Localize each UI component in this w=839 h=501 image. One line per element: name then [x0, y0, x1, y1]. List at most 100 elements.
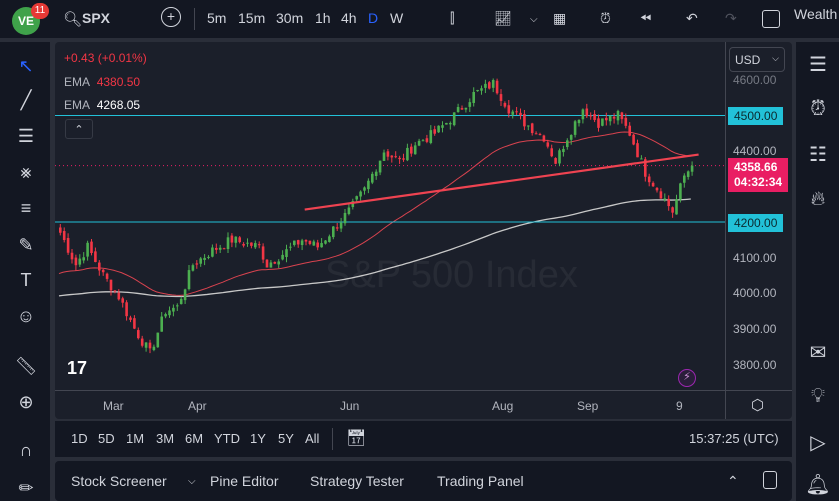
candle	[496, 81, 499, 94]
interval-W[interactable]: W	[390, 10, 403, 26]
candle	[613, 117, 616, 119]
candle	[153, 347, 156, 350]
maximize-panel-icon[interactable]	[763, 471, 777, 489]
interval-1h[interactable]: 1h	[315, 10, 331, 26]
trendline	[305, 155, 699, 210]
candle	[118, 293, 121, 300]
pattern-icon[interactable]: ⨳	[14, 162, 38, 184]
range-5D[interactable]: 5D	[98, 431, 115, 446]
price-tick: 4400.00	[733, 144, 776, 158]
candle	[679, 183, 682, 199]
tab-strategy-tester[interactable]: Strategy Tester	[310, 473, 404, 489]
candle	[500, 94, 503, 101]
watchlist-icon[interactable]: ☰	[804, 52, 832, 78]
price-tick: 3900.00	[733, 322, 776, 336]
brush-icon[interactable]: ✎	[14, 235, 38, 257]
candle	[426, 138, 429, 142]
tab-trading-panel[interactable]: Trading Panel	[437, 473, 524, 489]
chart-type-icon[interactable]: ⫿	[450, 10, 454, 27]
tab-pine-editor[interactable]: Pine Editor	[210, 473, 278, 489]
candle	[293, 241, 296, 245]
alert-icon[interactable]: ⏰︎	[600, 10, 611, 27]
trendline-icon[interactable]: ╱	[14, 90, 38, 112]
time-tick: Jun	[340, 399, 359, 413]
indicators-icon[interactable]: 📈︎	[494, 10, 512, 27]
candle	[675, 199, 678, 214]
candle	[515, 111, 518, 112]
search-icon[interactable]: 🔍︎	[63, 10, 82, 28]
time-tick: Sep	[577, 399, 598, 413]
tab-stock-screener[interactable]: Stock Screener	[71, 473, 167, 489]
range-1D[interactable]: 1D	[71, 431, 88, 446]
collapse-panel-icon[interactable]: ⌃	[727, 473, 739, 490]
range-1Y[interactable]: 1Y	[250, 431, 266, 446]
text-icon[interactable]: T	[14, 270, 38, 292]
candle	[313, 241, 316, 245]
interval-5m[interactable]: 5m	[207, 10, 226, 26]
settings-icon[interactable]: ⬡	[751, 396, 764, 414]
account-name[interactable]: Wealth	[794, 6, 837, 22]
time-tick: Mar	[103, 399, 124, 413]
cursor-icon[interactable]: ↖	[14, 56, 38, 78]
chart-pane[interactable]: S&P 500 Index +0.43 (+0.01%) EMA 4380.50…	[55, 42, 792, 419]
range-All[interactable]: All	[305, 431, 319, 446]
interval-D[interactable]: D	[368, 10, 378, 26]
candle	[106, 274, 109, 279]
range-YTD[interactable]: YTD	[214, 431, 240, 446]
range-5Y[interactable]: 5Y	[278, 431, 294, 446]
undo-icon[interactable]: ↶	[686, 10, 698, 27]
horizontal-lines-icon[interactable]: ☰	[14, 126, 38, 148]
streams-icon[interactable]: ▷	[804, 430, 832, 456]
range-3M[interactable]: 3M	[156, 431, 174, 446]
fullscreen-icon[interactable]	[762, 10, 780, 28]
utc-clock[interactable]: 15:37:25 (UTC)	[689, 431, 779, 446]
replay-icon[interactable]: ⏪︎	[640, 10, 651, 27]
magnet-icon[interactable]: ∩	[14, 440, 38, 462]
candle	[422, 140, 425, 141]
chat-icon[interactable]: ✉	[804, 340, 832, 366]
candle	[589, 115, 592, 116]
candle	[476, 90, 479, 91]
ideas-icon[interactable]: 💡︎	[804, 385, 832, 411]
fib-icon[interactable]: ≡	[14, 198, 38, 220]
time-tick: Aug	[492, 399, 513, 413]
notifications-icon[interactable]: 🔔︎	[804, 472, 832, 498]
candle	[586, 109, 589, 117]
candle	[632, 135, 635, 145]
range-6M[interactable]: 6M	[185, 431, 203, 446]
candle	[305, 240, 308, 242]
candle	[316, 243, 319, 248]
ruler-icon[interactable]: 📏︎	[14, 356, 38, 378]
interval-15m[interactable]: 15m	[238, 10, 265, 26]
candle	[168, 310, 171, 315]
candle	[504, 103, 507, 107]
compare-add-icon[interactable]: +	[161, 7, 181, 27]
candle	[125, 302, 128, 316]
currency-select[interactable]: USD⌵	[729, 47, 785, 72]
alarm-icon[interactable]: ⏰︎	[804, 98, 832, 124]
range-1M[interactable]: 1M	[126, 431, 144, 446]
symbol-search[interactable]: SPX	[82, 10, 110, 26]
hotlist-icon[interactable]: 🔥︎	[804, 188, 832, 214]
candle	[289, 247, 292, 248]
zoom-in-icon[interactable]: ⊕	[14, 392, 38, 414]
lightning-icon[interactable]: ⚡︎	[678, 369, 696, 387]
collapse-legend-button[interactable]: ⌃	[65, 119, 93, 139]
interval-4h[interactable]: 4h	[341, 10, 357, 26]
candle	[469, 102, 472, 107]
chevron-down-icon[interactable]: ⌵	[188, 476, 196, 487]
candle	[465, 108, 468, 110]
layout-icon[interactable]: ▦	[553, 10, 566, 27]
price-chart[interactable]	[55, 42, 792, 419]
interval-30m[interactable]: 30m	[276, 10, 303, 26]
goto-date-icon[interactable]: 📅︎	[346, 428, 366, 448]
chevron-down-icon[interactable]: ⌵	[530, 14, 538, 25]
candle	[215, 248, 218, 250]
data-window-icon[interactable]: ☷	[804, 142, 832, 168]
redo-icon[interactable]: ↷	[725, 10, 737, 27]
emoji-icon[interactable]: ☺	[14, 306, 38, 328]
candle	[547, 142, 550, 146]
candle	[67, 238, 70, 253]
lock-drawings-icon[interactable]: ✏	[14, 478, 38, 500]
candle	[554, 158, 557, 164]
